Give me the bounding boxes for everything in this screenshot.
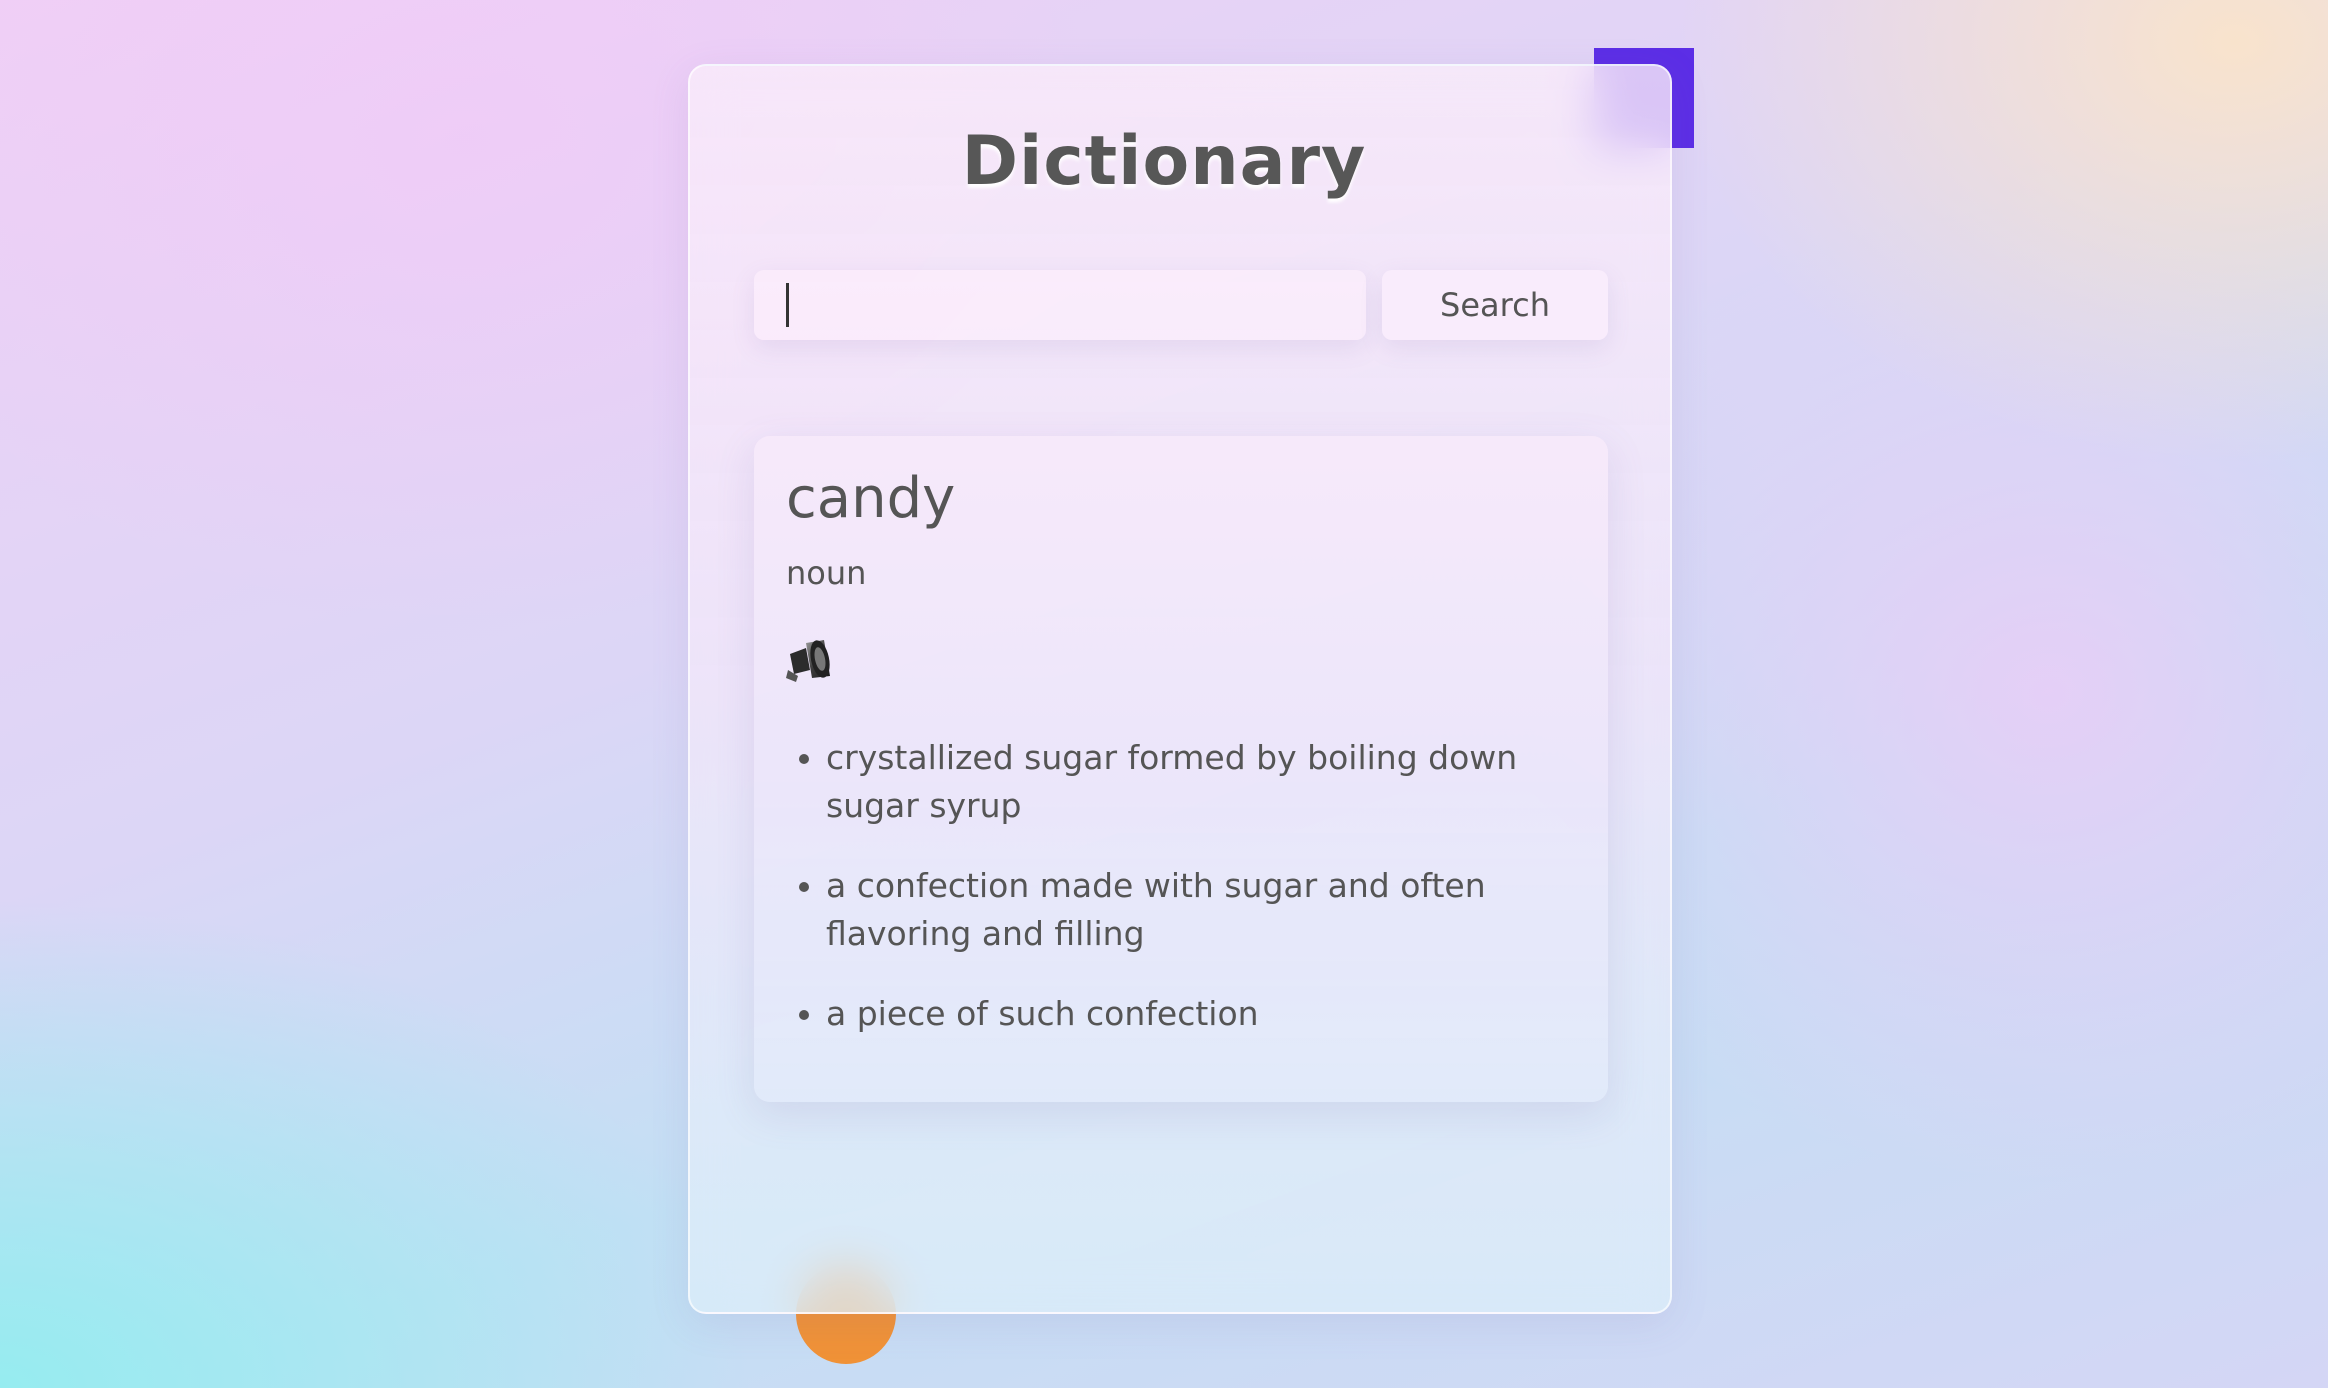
- page-title: Dictionary: [961, 122, 1367, 201]
- part-of-speech: noun: [786, 554, 867, 592]
- search-button[interactable]: Search: [1382, 270, 1608, 340]
- definition-item: a confection made with sugar and often f…: [826, 862, 1546, 958]
- definition-item: a piece of such confection: [826, 990, 1546, 1038]
- speaker-icon: [786, 640, 830, 682]
- definitions-list: crystallized sugar formed by boiling dow…: [826, 734, 1546, 1070]
- definition-item: crystallized sugar formed by boiling dow…: [826, 734, 1546, 830]
- result-word: candy: [786, 466, 956, 531]
- result-panel: candy noun crystallized sugar formed by …: [754, 436, 1608, 1102]
- play-pronunciation-button[interactable]: [784, 636, 834, 686]
- text-cursor: [786, 283, 789, 327]
- search-input[interactable]: [754, 270, 1366, 340]
